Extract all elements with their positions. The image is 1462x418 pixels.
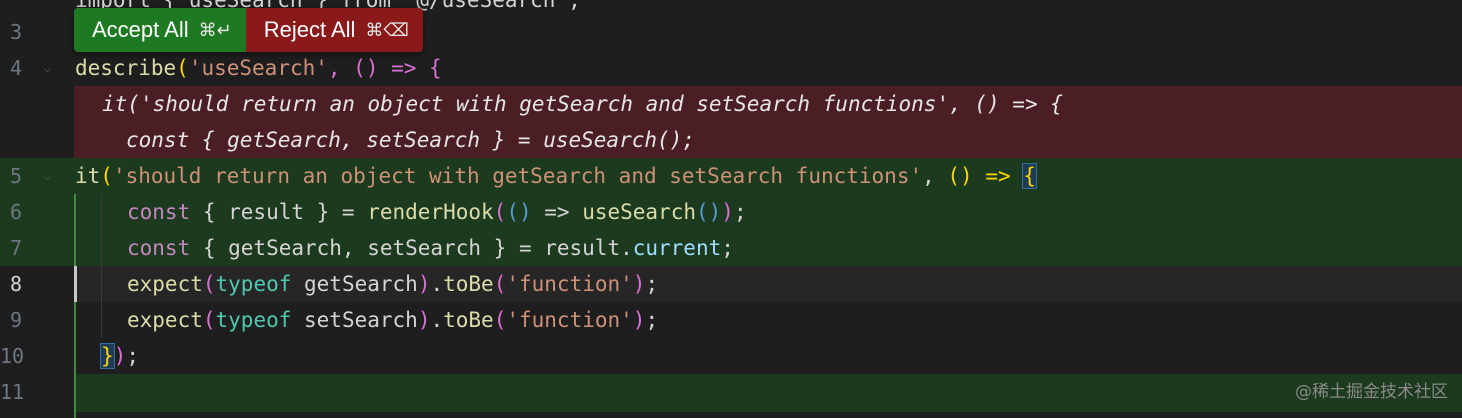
added-lines-marker	[74, 302, 76, 418]
line-number: 4	[9, 56, 22, 80]
removed-line: const { getSearch, setSearch } = useSear…	[74, 122, 1462, 158]
line-number-active: 8	[9, 272, 22, 296]
line-number: 6	[9, 200, 22, 224]
fold-chevron-icon[interactable]: ⌵	[44, 58, 51, 78]
watermark-text: @稀土掘金技术社区	[1295, 382, 1448, 402]
reject-shortcut: ⌘⌫	[365, 20, 409, 40]
reject-all-button[interactable]: Reject All ⌘⌫	[245, 8, 423, 52]
code-text: expect(typeof getSearch).toBe('function'…	[127, 272, 659, 296]
code-line-10[interactable]: 10 });	[0, 338, 1462, 374]
code-line-11[interactable]: 11	[0, 374, 1462, 410]
line-number: 11	[0, 380, 25, 404]
code-editor[interactable]: import { useSearch } from '@/useSearch';…	[0, 0, 1462, 418]
reject-all-label: Reject All	[263, 17, 356, 42]
removed-line: it('should return an object with getSear…	[74, 86, 1462, 122]
added-lines-marker	[74, 194, 76, 266]
accept-all-label: Accept All	[92, 17, 189, 42]
code-text: it('should return an object with getSear…	[75, 163, 1037, 189]
accept-all-button[interactable]: Accept All ⌘↵	[74, 8, 246, 52]
line-number: 9	[9, 308, 22, 332]
line-number: 10	[0, 344, 25, 368]
code-line-7[interactable]: 7 const { getSearch, setSearch } = resul…	[0, 230, 1462, 266]
code-text: describe('useSearch', () => {	[75, 56, 442, 80]
code-line-8[interactable]: 8 expect(typeof getSearch).toBe('functio…	[0, 266, 1462, 302]
line-number: 5	[9, 164, 22, 188]
indent-guide	[101, 194, 102, 338]
accept-shortcut: ⌘↵	[198, 20, 232, 40]
matched-brace: {	[1022, 163, 1037, 189]
code-line-5[interactable]: 5 ⌵ it('should return an object with get…	[0, 158, 1462, 194]
code-text: });	[100, 343, 139, 369]
diff-action-widget: Accept All ⌘↵ Reject All ⌘⌫	[74, 8, 423, 52]
code-line-9[interactable]: 9 expect(typeof setSearch).toBe('functio…	[0, 302, 1462, 338]
line-number: 3	[9, 20, 22, 44]
text-cursor	[74, 266, 77, 302]
code-text: expect(typeof setSearch).toBe('function'…	[127, 308, 659, 332]
code-line-6[interactable]: 6 const { result } = renderHook(() => us…	[0, 194, 1462, 230]
fold-chevron-icon[interactable]: ⌵	[44, 166, 51, 186]
code-line-4[interactable]: 4 ⌵ describe('useSearch', () => {	[0, 50, 1462, 86]
removed-code-text: const { getSearch, setSearch } = useSear…	[126, 128, 695, 152]
code-text: const { getSearch, setSearch } = result.…	[127, 236, 734, 260]
removed-code-text: it('should return an object with getSear…	[102, 92, 1063, 116]
code-text: const { result } = renderHook(() => useS…	[127, 200, 747, 224]
matched-brace: }	[100, 343, 115, 369]
line-number: 7	[9, 236, 22, 260]
